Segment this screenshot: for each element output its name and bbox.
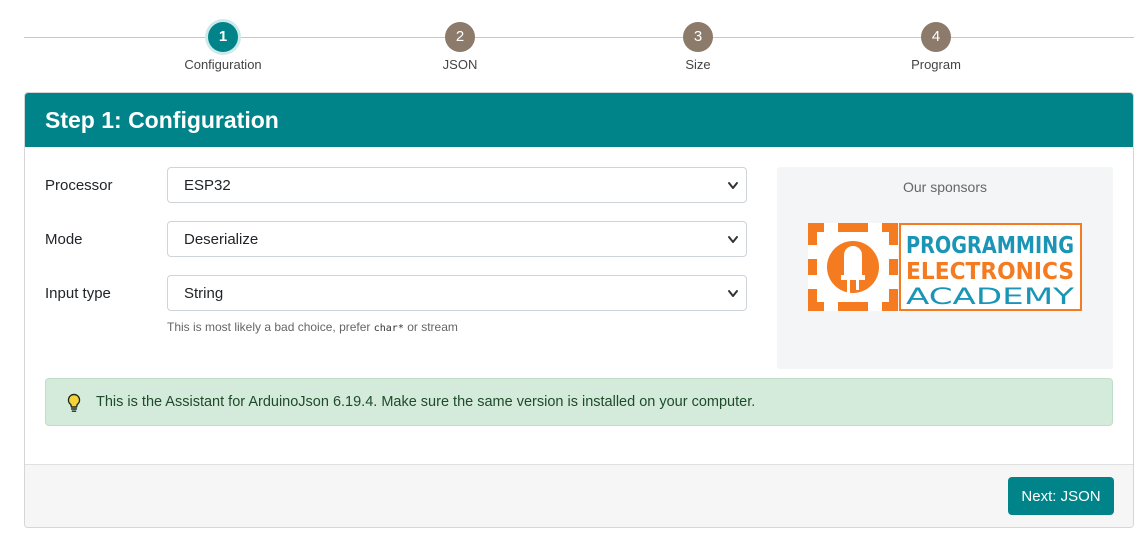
mode-value: Deserialize	[184, 231, 259, 248]
step-number: 2	[445, 22, 475, 52]
mode-label: Mode	[45, 231, 83, 248]
step-program[interactable]: 4 Program	[866, 22, 1006, 72]
alert-text: This is the Assistant for ArduinoJson 6.…	[96, 394, 756, 410]
step-number: 4	[921, 22, 951, 52]
logo-line-1: PROGRAMMING	[906, 233, 1074, 259]
programming-electronics-academy-logo[interactable]: PROGRAMMING ELECTRONICS ACADEMY	[808, 223, 1082, 311]
next-json-button[interactable]: Next: JSON	[1008, 477, 1114, 515]
lightbulb-icon	[67, 393, 81, 412]
card-title: Step 1: Configuration	[25, 93, 1133, 147]
processor-label: Processor	[45, 177, 113, 194]
version-alert: This is the Assistant for ArduinoJson 6.…	[45, 378, 1113, 426]
step-configuration[interactable]: 1 Configuration	[153, 22, 293, 72]
processor-select[interactable]: ESP32	[167, 167, 747, 203]
configuration-card: Step 1: Configuration Processor ESP32 Mo…	[24, 92, 1134, 528]
step-size[interactable]: 3 Size	[628, 22, 768, 72]
processor-row: Processor ESP32	[45, 167, 747, 205]
step-json[interactable]: 2 JSON	[390, 22, 530, 72]
input-type-select[interactable]: String	[167, 275, 747, 311]
mode-row: Mode Deserialize	[45, 221, 747, 259]
step-number: 3	[683, 22, 713, 52]
card-footer: Next: JSON	[25, 464, 1133, 527]
sponsor-panel: Our sponsors PROGRAMMING ELECTRONICS ACA…	[777, 167, 1113, 369]
processor-value: ESP32	[184, 177, 231, 194]
input-type-value: String	[184, 285, 224, 302]
chevron-down-icon	[728, 236, 738, 243]
input-type-hint: This is most likely a bad choice, prefer…	[167, 320, 458, 334]
input-type-row: Input type String	[45, 275, 747, 313]
chevron-down-icon	[728, 290, 738, 297]
step-number: 1	[208, 22, 238, 52]
step-label: Size	[685, 57, 711, 72]
chevron-down-icon	[728, 182, 738, 189]
sponsor-title: Our sponsors	[902, 179, 988, 195]
logo-line-3: ACADEMY	[906, 285, 1075, 310]
hint-code: char*	[373, 323, 404, 334]
mode-select[interactable]: Deserialize	[167, 221, 747, 257]
hint-suffix: or stream	[403, 320, 458, 334]
progress-stepper: 1 Configuration 2 JSON 3 Size 4 Program	[24, 0, 1134, 90]
step-label: JSON	[442, 57, 478, 72]
logo-line-2: ELECTRONICS	[906, 259, 1074, 285]
step-label: Configuration	[184, 57, 262, 72]
input-type-label: Input type	[45, 285, 111, 302]
hint-prefix: This is most likely a bad choice, prefer	[167, 320, 374, 334]
step-label: Program	[911, 57, 961, 72]
